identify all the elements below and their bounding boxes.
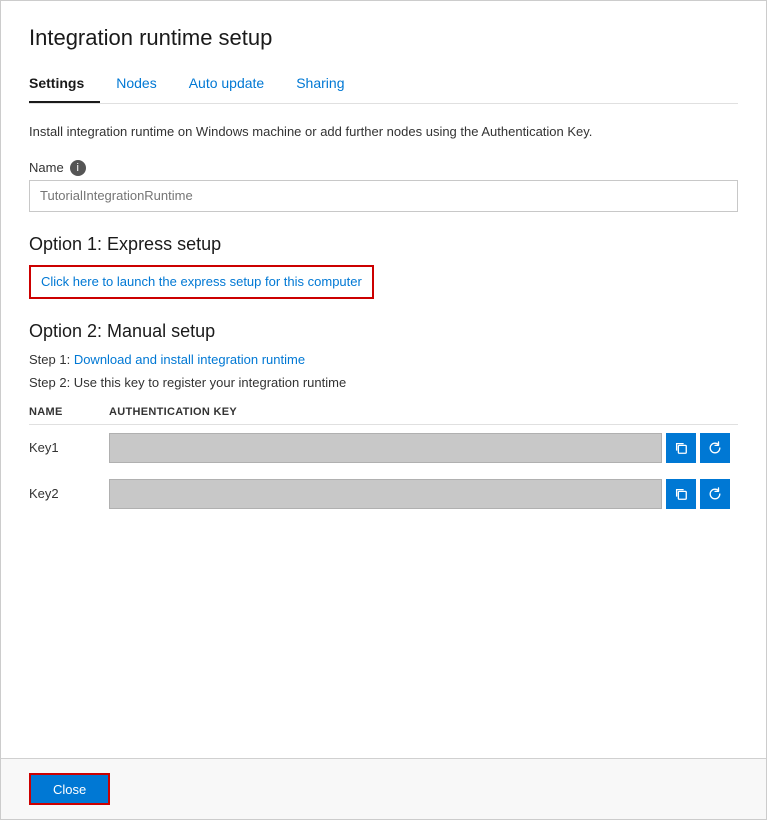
tabs-bar: Settings Nodes Auto update Sharing (29, 67, 738, 104)
keys-table: NAME AUTHENTICATION KEY Key1 (29, 400, 738, 517)
download-runtime-link[interactable]: Download and install integration runtime (74, 352, 305, 367)
copy-icon (674, 441, 688, 455)
step1-row: Step 1: Download and install integration… (29, 352, 738, 367)
copy-icon (674, 487, 688, 501)
key1-name: Key1 (29, 424, 109, 471)
table-row: Key1 (29, 424, 738, 471)
page-title: Integration runtime setup (29, 25, 738, 51)
refresh-icon (708, 441, 722, 455)
description-text: Install integration runtime on Windows m… (29, 122, 738, 142)
key2-refresh-button[interactable] (700, 479, 730, 509)
name-label: Name i (29, 160, 738, 176)
name-field-wrapper (29, 180, 738, 212)
key2-field (109, 479, 662, 509)
key1-refresh-button[interactable] (700, 433, 730, 463)
express-setup-link[interactable]: Click here to launch the express setup f… (41, 274, 362, 289)
key1-field (109, 433, 662, 463)
key1-copy-button[interactable] (666, 433, 696, 463)
express-link-box: Click here to launch the express setup f… (29, 265, 374, 299)
option2-title: Option 2: Manual setup (29, 321, 738, 342)
tab-settings[interactable]: Settings (29, 67, 100, 103)
refresh-icon (708, 487, 722, 501)
key2-name: Key2 (29, 471, 109, 517)
key2-input-cell (109, 479, 730, 509)
col-authkey-header: AUTHENTICATION KEY (109, 400, 738, 425)
name-input[interactable] (29, 180, 738, 212)
step2-row: Step 2: Use this key to register your in… (29, 375, 738, 390)
step1-prefix: Step 1: (29, 352, 74, 367)
dialog-content: Integration runtime setup Settings Nodes… (1, 1, 766, 649)
tab-sharing[interactable]: Sharing (296, 67, 360, 103)
tab-auto-update[interactable]: Auto update (189, 67, 281, 103)
key2-copy-button[interactable] (666, 479, 696, 509)
tab-nodes[interactable]: Nodes (116, 67, 172, 103)
option1-title: Option 1: Express setup (29, 234, 738, 255)
dialog-container: Integration runtime setup Settings Nodes… (0, 0, 767, 820)
dialog-footer: Close (1, 758, 766, 819)
table-row: Key2 (29, 471, 738, 517)
step2-text: Step 2: Use this key to register your in… (29, 375, 346, 390)
close-button[interactable]: Close (29, 773, 110, 805)
name-info-icon[interactable]: i (70, 160, 86, 176)
key1-input-cell (109, 433, 730, 463)
col-name-header: NAME (29, 400, 109, 425)
